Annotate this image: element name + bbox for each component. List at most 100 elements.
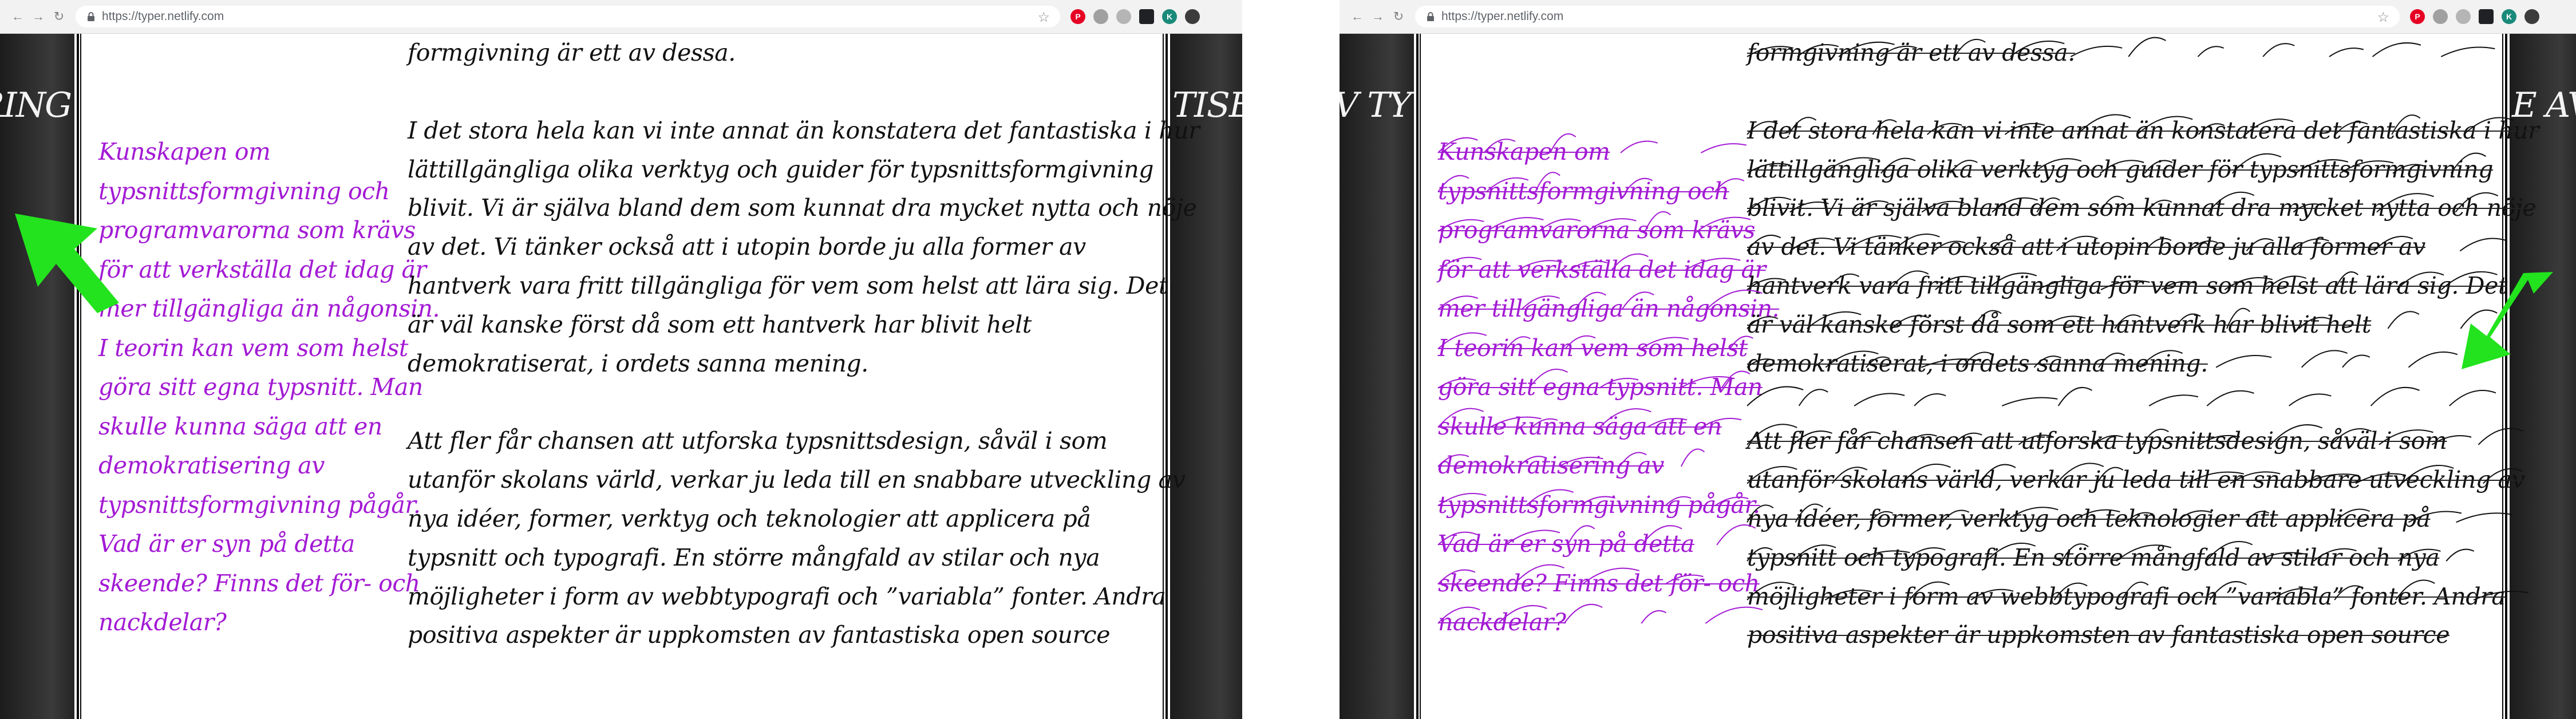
band-lettering: AV TY	[1340, 85, 1412, 125]
divider	[1420, 34, 1421, 719]
url-text: https://typer.netlify.com	[1441, 10, 1564, 23]
divider	[77, 34, 79, 719]
question-line: skulle kunna säga att en	[1438, 412, 1722, 440]
question-line: typsnittsformgivning och	[1438, 177, 1729, 205]
paragraph-line: är väl kanske först då som ett hantverk …	[408, 310, 1032, 338]
band-lettering: ƎRING	[0, 85, 72, 125]
question-line: Vad är er syn på detta	[1438, 530, 1694, 558]
interview-question: Kunskapen om typsnittsformgivning och prog…	[1438, 132, 1780, 642]
decorative-side-band-left: ƎRING	[0, 34, 74, 719]
question-line: typsnittsformgivning pågår.	[98, 491, 421, 519]
question-line: göra sitt egna typsnitt. Man	[1438, 373, 1763, 401]
paragraph-line: Att fler får chansen att utforska typsni…	[1747, 427, 2447, 455]
shield-extension-icon[interactable]	[1093, 9, 1108, 24]
paragraph-line: lättillgängliga olika verktyg och guider…	[1747, 155, 2494, 183]
question-line: demokratisering av	[1438, 452, 1664, 479]
article-paragraph-2: Att fler får chansen att utforska typsni…	[408, 422, 1186, 655]
article-paragraph-1: I det stora hela kan vi inte annat än ko…	[1747, 112, 2539, 384]
paragraph-line: I det stora hela kan vi inte annat än ko…	[1747, 116, 2539, 144]
shield-extension-icon[interactable]	[2433, 9, 2448, 24]
paragraph-line: typsnitt och typografi. En större mångfa…	[408, 543, 1100, 571]
browser-toolbar: ← → ↻ https://typer.netlify.com ☆ PK	[0, 0, 1242, 34]
profile-avatar-icon[interactable]: K	[2502, 9, 2516, 24]
paragraph-line: möjligheter i form av webbtypografi och …	[1747, 582, 2506, 610]
question-line: programvarorna som krävs	[98, 216, 416, 244]
dark-extension-icon[interactable]	[1139, 9, 1154, 24]
article-top-line: formgivning är ett av dessa.	[408, 39, 736, 66]
grey-extension-icon[interactable]	[1116, 9, 1131, 24]
article-body: formgivning är ett av dessa. I det stora…	[1747, 34, 2539, 655]
question-line: mer tillgängliga än någonsin.	[98, 295, 440, 322]
paragraph-line: Att fler får chansen att utforska typsni…	[408, 427, 1108, 455]
browser-window-right: ← → ↻ https://typer.netlify.com ☆ P K AV …	[1340, 0, 2576, 719]
question-line: göra sitt egna typsnitt. Man	[98, 373, 423, 401]
browser-window-left: ← → ↻ https://typer.netlify.com ☆ PK ƎRI…	[0, 0, 1242, 719]
reload-icon[interactable]: ↻	[1390, 8, 1407, 25]
article-paragraph-2: Att fler får chansen att utforska typsni…	[1747, 422, 2525, 655]
web-page: ƎRING TISE Kunskapen omtypsnittsformgivn…	[0, 34, 1242, 719]
back-arrow-icon[interactable]: ←	[9, 8, 26, 25]
web-page: AV TY E AV Kunskapen omtypsnittsformgivn…	[1340, 34, 2576, 719]
paragraph-line: positiva aspekter är uppkomsten av fanta…	[1747, 621, 2450, 649]
address-bar[interactable]: https://typer.netlify.com ☆	[76, 6, 1060, 27]
question-line: I teorin kan vem som helst	[1438, 334, 1748, 362]
question-line: skulle kunna säga att en	[98, 412, 382, 440]
decorative-side-band-left: AV TY	[1340, 34, 1414, 719]
lock-icon	[1427, 12, 1434, 21]
reload-icon[interactable]: ↻	[50, 8, 68, 25]
question-line: för att verkställa det idag är	[1438, 255, 1766, 283]
forward-arrow-icon[interactable]: →	[1369, 8, 1386, 25]
pinterest-extension-icon[interactable]: P	[2410, 9, 2425, 24]
question-line: skeende? Finns det för- och	[1438, 569, 1760, 597]
paragraph-line: är väl kanske först då som ett hantverk …	[1747, 310, 2371, 338]
article-paragraph-1: I det stora hela kan vi inte annat än ko…	[408, 112, 1200, 384]
address-bar[interactable]: https://typer.netlify.com ☆	[1415, 6, 2400, 27]
question-line: Kunskapen om	[1438, 138, 1610, 165]
paragraph-line: lättillgängliga olika verktyg och guider…	[408, 155, 1154, 183]
pinterest-extension-icon[interactable]: P	[1070, 9, 1085, 24]
question-line: demokratisering av	[98, 452, 325, 479]
question-line: för att verkställa det idag är	[98, 255, 426, 283]
paragraph-line: möjligheter i form av webbtypografi och …	[408, 582, 1166, 610]
question-line: mer tillgängliga än någonsin.	[1438, 295, 1780, 322]
dark-extension-icon[interactable]	[2479, 9, 2494, 24]
question-line: typsnittsformgivning och	[98, 177, 390, 205]
paragraph-line: hantverk vara fritt tillgängliga för vem…	[1747, 271, 2508, 299]
browser-toolbar: ← → ↻ https://typer.netlify.com ☆ P K	[1340, 0, 2576, 34]
star-icon[interactable]: ☆	[1037, 9, 1050, 26]
forward-arrow-icon[interactable]: →	[30, 8, 47, 25]
back-arrow-icon[interactable]: ←	[1349, 8, 1366, 25]
article-top-line: formgivning är ett av dessa.	[1747, 39, 2075, 66]
paragraph-line: I det stora hela kan vi inte annat än ko…	[408, 116, 1200, 144]
star-icon[interactable]: ☆	[2377, 9, 2389, 26]
paragraph-line: blivit. Vi är själva bland dem som kunna…	[1747, 194, 2537, 222]
question-line: nackdelar?	[98, 609, 227, 636]
article-body: formgivning är ett av dessa. I det stora…	[408, 34, 1200, 655]
divider	[1416, 34, 1419, 719]
paragraph-line: nya idéer, former, verktyg och teknologi…	[1747, 504, 2431, 532]
grey-extension-icon[interactable]	[2456, 9, 2471, 24]
extensions-bar: PK	[1070, 9, 1208, 24]
question-line: nackdelar?	[1438, 609, 1566, 636]
url-text: https://typer.netlify.com	[102, 10, 224, 23]
paragraph-line: blivit. Vi är själva bland dem som kunna…	[408, 194, 1197, 222]
paragraph-line: positiva aspekter är uppkomsten av fanta…	[408, 621, 1111, 649]
question-line: programvarorna som krävs	[1438, 216, 1755, 244]
paragraph-line: hantverk vara fritt tillgängliga för vem…	[408, 271, 1168, 299]
lock-icon	[88, 12, 94, 21]
question-line: Kunskapen om	[98, 138, 271, 165]
question-line: skeende? Finns det för- och	[98, 569, 420, 597]
settings-extension-icon[interactable]	[1185, 9, 1200, 24]
divider	[80, 34, 81, 719]
question-line: I teorin kan vem som helst	[98, 334, 408, 362]
paragraph-line: av det. Vi tänker också att i utopin bor…	[408, 233, 1086, 261]
settings-extension-icon[interactable]	[2524, 9, 2539, 24]
paragraph-line: demokratiserat, i ordets sanna mening.	[408, 349, 868, 377]
paragraph-line: nya idéer, former, verktyg och teknologi…	[408, 504, 1091, 532]
paragraph-line: demokratiserat, i ordets sanna mening.	[1747, 349, 2208, 377]
paragraph-line: utanför skolans värld, verkar ju leda ti…	[408, 466, 1186, 494]
question-line: Vad är er syn på detta	[98, 530, 355, 558]
paragraph-line: typsnitt och typografi. En större mångfa…	[1747, 543, 2440, 571]
profile-avatar-icon[interactable]: K	[1162, 9, 1177, 24]
interview-question: Kunskapen om typsnittsformgivning och prog…	[98, 132, 440, 642]
